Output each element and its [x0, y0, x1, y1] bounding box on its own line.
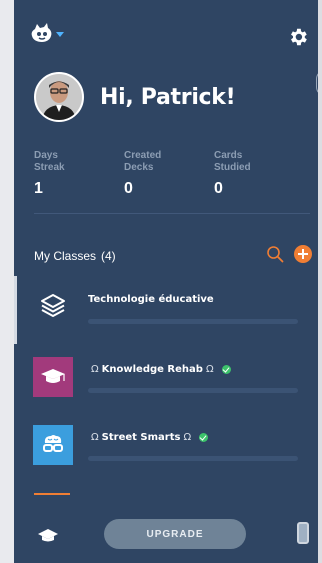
divider — [34, 213, 310, 214]
class-item[interactable]: Ω Street Smarts Ω — [14, 418, 318, 478]
class-progress-bar — [88, 456, 298, 461]
stat-label: Created Decks — [124, 150, 162, 173]
bottom-bar: UPGRADE — [14, 510, 318, 563]
stat-days-streak: Days Streak 1 — [34, 150, 124, 198]
class-progress-bar — [88, 319, 298, 324]
omega-suffix: Ω — [205, 364, 214, 375]
chevron-down-icon — [56, 31, 64, 37]
stat-cards-studied: Cards Studied 0 — [214, 150, 304, 198]
avatar[interactable] — [34, 72, 84, 122]
omega-prefix: Ω — [91, 432, 99, 443]
stats-row: Days Streak 1 Created Decks 0 Cards Stud… — [34, 150, 304, 198]
class-title: Knowledge Rehab — [101, 364, 203, 375]
panel-toggle-handle[interactable] — [316, 70, 318, 96]
class-title: Technologie éducative — [88, 294, 214, 305]
partial-class-item-indicator — [34, 493, 70, 495]
class-progress-bar — [88, 388, 298, 393]
graduation-cap-icon — [33, 357, 73, 397]
sidebar-panel: Hi, Patrick! Days Streak 1 Created Decks… — [14, 0, 318, 563]
classes-actions — [266, 245, 312, 263]
search-icon[interactable] — [266, 245, 284, 263]
stat-value: 1 — [34, 180, 43, 197]
class-name: Ω Street Smarts Ω — [88, 432, 209, 443]
class-title: Street Smarts — [101, 432, 181, 443]
brain-glasses-icon — [33, 425, 73, 465]
graduation-cap-icon[interactable] — [37, 527, 59, 545]
omega-suffix: Ω — [183, 432, 192, 443]
layers-icon — [33, 285, 73, 325]
verified-check-icon — [221, 365, 231, 374]
class-name: Technologie éducative — [88, 294, 214, 305]
class-name: Ω Knowledge Rehab Ω — [88, 364, 231, 375]
stat-label: Days Streak — [34, 150, 65, 173]
verified-check-icon — [199, 433, 209, 442]
classes-count: (4) — [101, 249, 116, 263]
stat-value: 0 — [214, 180, 223, 197]
omega-prefix: Ω — [91, 364, 99, 375]
stat-created-decks: Created Decks 0 — [124, 150, 214, 198]
class-item[interactable]: Ω Knowledge Rehab Ω — [14, 348, 318, 408]
mobile-phone-icon[interactable] — [297, 522, 309, 544]
class-item[interactable]: Technologie éducative — [14, 276, 318, 344]
gear-icon[interactable] — [287, 26, 309, 48]
brainscape-logo-icon — [31, 23, 52, 42]
top-bar — [14, 0, 318, 70]
window-edge — [318, 0, 322, 563]
my-classes-header: My Classes (4) — [34, 245, 312, 267]
brand-menu-button[interactable] — [31, 23, 64, 43]
profile-header: Hi, Patrick! — [34, 72, 236, 122]
classes-title: My Classes — [34, 249, 97, 263]
user-photo — [36, 74, 82, 120]
stat-label: Cards Studied — [214, 150, 251, 173]
upgrade-button[interactable]: UPGRADE — [104, 519, 246, 549]
greeting-text: Hi, Patrick! — [100, 84, 236, 110]
stat-value: 0 — [124, 180, 133, 197]
add-class-button[interactable] — [294, 245, 312, 263]
